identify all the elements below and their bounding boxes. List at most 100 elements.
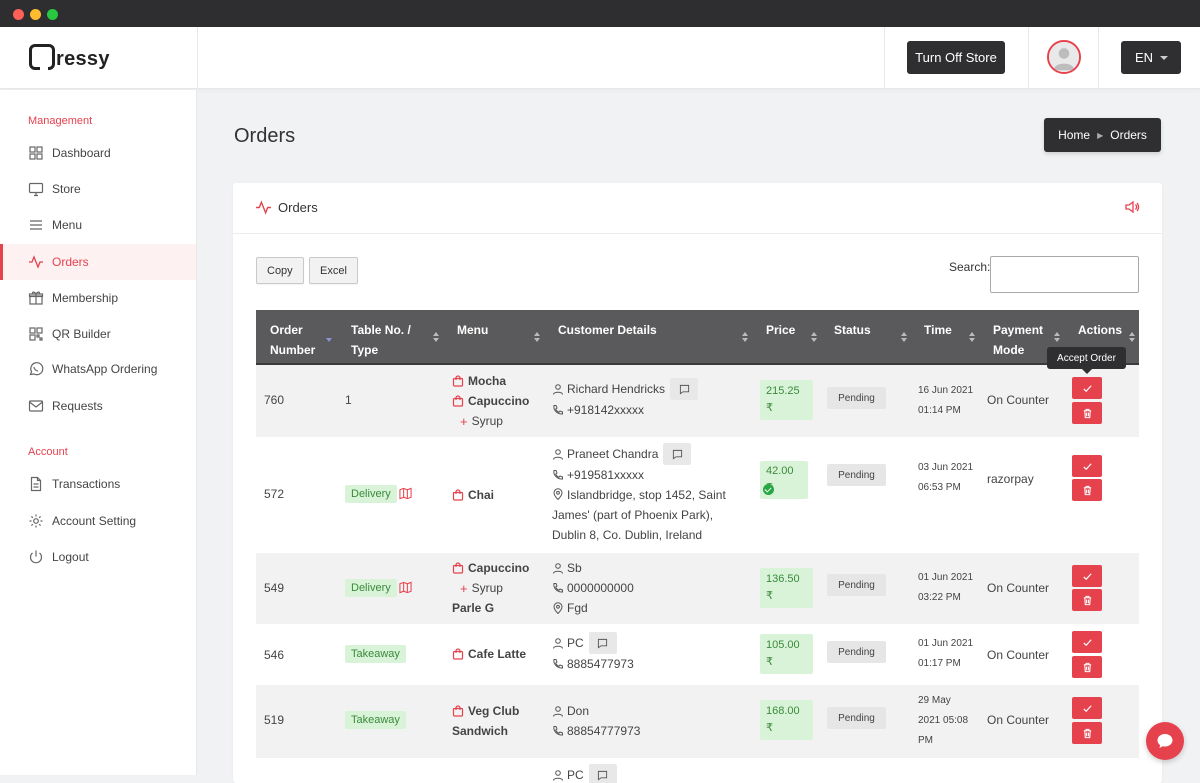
column-header-table-type[interactable]: Table No. / Type — [351, 320, 411, 360]
speaker-icon[interactable] — [1124, 199, 1140, 215]
accept-order-button[interactable] — [1072, 455, 1102, 477]
sort-icon[interactable] — [433, 332, 439, 342]
map-icon[interactable] — [399, 487, 412, 500]
sidebar-section-management: Management — [28, 115, 93, 127]
breadcrumb-current: Orders — [1110, 128, 1147, 142]
copy-button[interactable]: Copy — [256, 257, 304, 284]
customer-phone: 0000000000 — [567, 581, 634, 595]
chat-support-button[interactable] — [1146, 722, 1184, 760]
customer-name: Praneet Chandra — [567, 447, 659, 461]
delete-order-button[interactable] — [1072, 722, 1102, 744]
sidebar-item-account-setting[interactable]: Account Setting — [0, 503, 196, 539]
sidebar-item-label: Menu — [52, 218, 83, 232]
menu-items: Capuccino + Syrup Parle G — [452, 558, 529, 618]
sidebar-item-whatsapp-ordering[interactable]: WhatsApp Ordering — [0, 351, 196, 387]
message-button[interactable] — [588, 764, 617, 783]
customer-name: Richard Hendricks — [567, 382, 666, 396]
sort-icon[interactable] — [1054, 332, 1060, 342]
order-time: 16 Jun 2021 01:14 PM — [918, 381, 973, 421]
sidebar: Management Dashboard Store Menu Orders M… — [0, 90, 197, 775]
order-number: 760 — [264, 393, 285, 407]
sort-icon[interactable] — [534, 332, 540, 342]
sidebar-item-requests[interactable]: Requests — [0, 388, 196, 424]
order-date: 29 May — [918, 695, 951, 706]
user-icon — [553, 563, 563, 574]
sort-icon[interactable] — [901, 332, 907, 342]
accept-order-button[interactable] — [1072, 565, 1102, 587]
message-button[interactable] — [588, 632, 617, 654]
check-icon — [1082, 462, 1092, 470]
payment-mode: On Counter — [987, 648, 1050, 662]
map-icon[interactable] — [399, 581, 412, 594]
column-header-status[interactable]: Status — [834, 320, 871, 340]
sort-icon[interactable] — [1129, 332, 1135, 342]
sort-desc-icon[interactable] — [326, 332, 332, 342]
delete-order-button[interactable] — [1072, 589, 1102, 611]
payment-mode: On Counter — [987, 581, 1050, 595]
chat-icon — [679, 384, 689, 394]
message-button[interactable] — [663, 443, 692, 465]
payment-mode: On Counter — [987, 713, 1050, 727]
order-date: 01 Jun 2021 — [918, 572, 974, 583]
sort-icon[interactable] — [969, 332, 975, 342]
sidebar-item-transactions[interactable]: Transactions — [0, 466, 196, 502]
delete-order-button[interactable] — [1072, 402, 1102, 424]
user-icon — [553, 638, 563, 649]
message-button[interactable] — [670, 378, 699, 400]
payment-mode: On Counter — [987, 393, 1050, 407]
delete-order-button[interactable] — [1072, 656, 1102, 678]
delete-order-button[interactable] — [1072, 479, 1102, 501]
window-close-button[interactable] — [13, 9, 24, 20]
accept-order-button[interactable] — [1072, 697, 1102, 719]
sort-icon[interactable] — [811, 332, 817, 342]
header-divider — [1028, 27, 1029, 89]
menu-item-name: Sandwich — [452, 724, 509, 738]
table-row: PC — [256, 758, 1139, 783]
customer-phone: 8885477973 — [567, 657, 634, 671]
logo[interactable]: ressy — [0, 27, 198, 89]
sidebar-item-store[interactable]: Store — [0, 171, 196, 207]
sidebar-item-label: Logout — [52, 550, 89, 564]
status-badge: Pending — [827, 574, 886, 596]
payment-mode: razorpay — [987, 472, 1034, 486]
sidebar-item-label: Account Setting — [52, 514, 137, 528]
language-dropdown[interactable]: EN — [1121, 41, 1181, 74]
column-header-menu[interactable]: Menu — [457, 320, 488, 340]
window-minimize-button[interactable] — [30, 9, 41, 20]
accept-order-button[interactable] — [1072, 377, 1102, 399]
sort-icon[interactable] — [742, 332, 748, 342]
sidebar-item-orders[interactable]: Orders — [0, 244, 196, 280]
accept-order-button[interactable] — [1072, 631, 1102, 653]
menu-items: Mocha Capuccino + Syrup — [452, 371, 529, 431]
sidebar-item-logout[interactable]: Logout — [0, 539, 196, 575]
trash-icon — [1083, 728, 1091, 738]
column-header-order-number[interactable]: Order Number — [270, 320, 315, 360]
sidebar-item-dashboard[interactable]: Dashboard — [0, 135, 196, 171]
chevron-right-icon: ▶ — [1097, 130, 1104, 140]
sidebar-item-qr-builder[interactable]: QR Builder — [0, 316, 196, 352]
column-header-price[interactable]: Price — [766, 320, 795, 340]
sidebar-item-menu[interactable]: Menu — [0, 207, 196, 243]
excel-button[interactable]: Excel — [309, 257, 358, 284]
column-header-time[interactable]: Time — [924, 320, 952, 340]
customer-name: Don — [567, 704, 590, 718]
column-header-customer-details[interactable]: Customer Details — [558, 320, 657, 340]
chat-icon — [598, 638, 608, 648]
header-text: Mode — [993, 343, 1025, 357]
price-badge: 136.50 ₹ — [760, 568, 813, 608]
sidebar-item-membership[interactable]: Membership — [0, 280, 196, 316]
column-header-payment-mode[interactable]: Payment Mode — [993, 320, 1043, 360]
sidebar-section-account: Account — [28, 446, 68, 458]
header-text: Table No. / — [351, 323, 411, 337]
avatar[interactable] — [1047, 40, 1081, 74]
search-input[interactable] — [990, 256, 1139, 293]
table-number: 1 — [345, 393, 352, 407]
price-value: 136.50 — [766, 573, 800, 585]
window-maximize-button[interactable] — [47, 9, 58, 20]
order-time: 01 Jun 2021 03:22 PM — [918, 568, 973, 608]
breadcrumb-home-link[interactable]: Home — [1058, 128, 1090, 142]
turn-off-store-button[interactable]: Turn Off Store — [907, 41, 1005, 74]
chevron-down-icon — [1160, 56, 1168, 60]
breadcrumb: Home ▶ Orders — [1044, 118, 1161, 152]
customer-address: Fgd — [567, 601, 588, 615]
